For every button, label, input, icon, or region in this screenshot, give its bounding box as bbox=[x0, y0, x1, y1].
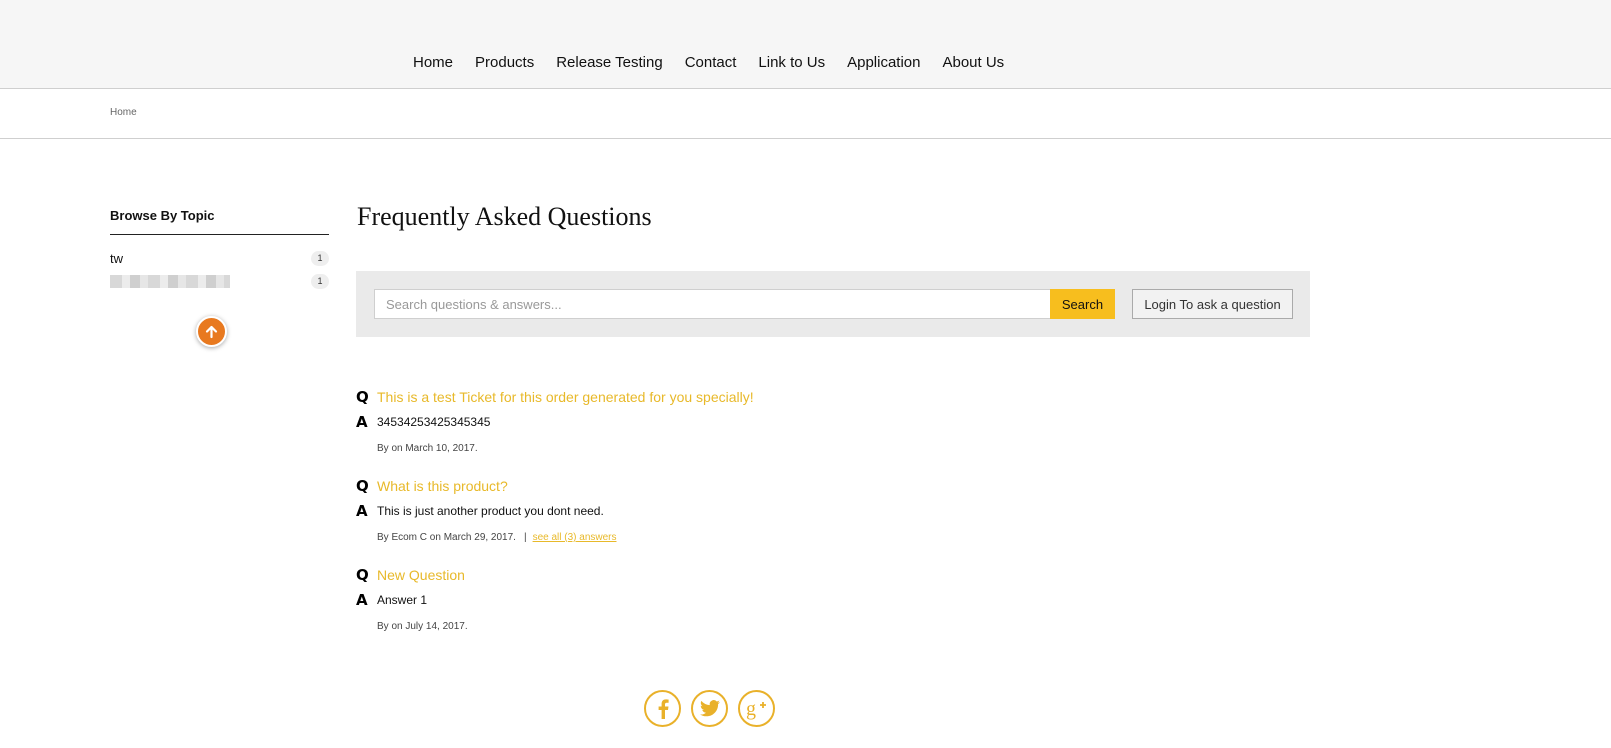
topic-name-blurred[interactable] bbox=[110, 275, 230, 288]
nav-contact[interactable]: Contact bbox=[674, 52, 748, 74]
answer-meta: By on March 10, 2017. bbox=[356, 435, 956, 463]
meta-separator: | bbox=[523, 532, 527, 543]
scroll-to-top-button[interactable] bbox=[196, 316, 227, 347]
question-row: Q What is this product? bbox=[356, 474, 956, 498]
faq-item: Q This is a test Ticket for this order g… bbox=[356, 385, 956, 463]
nav-application[interactable]: Application bbox=[836, 52, 931, 74]
nav-home[interactable]: Home bbox=[413, 52, 464, 74]
top-header: Home Products Release Testing Contact Li… bbox=[0, 0, 1611, 89]
answer-text: Answer 1 bbox=[377, 593, 428, 607]
nav-link-to-us[interactable]: Link to Us bbox=[747, 52, 836, 74]
facebook-icon[interactable] bbox=[644, 690, 681, 727]
nav-about-us[interactable]: About Us bbox=[931, 52, 1015, 74]
topic-list: tw 1 1 bbox=[110, 247, 329, 293]
topic-count-badge: 1 bbox=[311, 251, 329, 266]
search-input[interactable] bbox=[374, 289, 1051, 319]
login-to-ask-button[interactable]: Login To ask a question bbox=[1132, 289, 1293, 319]
breadcrumb-bar: Home bbox=[0, 89, 1611, 139]
search-button[interactable]: Search bbox=[1050, 289, 1115, 319]
main-nav: Home Products Release Testing Contact Li… bbox=[413, 52, 1015, 74]
breadcrumb-home[interactable]: Home bbox=[110, 107, 137, 118]
question-row: Q This is a test Ticket for this order g… bbox=[356, 385, 956, 409]
answer-mark-label: A bbox=[356, 502, 368, 520]
answer-text: 34534253425345345 bbox=[377, 415, 491, 429]
meta-text: By on March 10, 2017. bbox=[377, 443, 478, 454]
question-link[interactable]: What is this product? bbox=[377, 478, 508, 494]
question-mark-label: Q bbox=[356, 566, 369, 584]
nav-release-testing[interactable]: Release Testing bbox=[545, 52, 673, 74]
topic-name[interactable]: tw bbox=[110, 251, 123, 266]
twitter-icon[interactable] bbox=[691, 690, 728, 727]
question-mark-label: Q bbox=[356, 388, 369, 406]
question-link[interactable]: New Question bbox=[377, 567, 465, 583]
topic-count-badge: 1 bbox=[311, 274, 329, 289]
topic-item[interactable]: 1 bbox=[110, 270, 329, 293]
faq-item: Q New Question A Answer 1 By on July 14,… bbox=[356, 563, 956, 641]
faq-item: Q What is this product? A This is just a… bbox=[356, 474, 956, 552]
page-title: Frequently Asked Questions bbox=[357, 202, 652, 231]
question-link[interactable]: This is a test Ticket for this order gen… bbox=[377, 389, 754, 405]
answer-row: A 34534253425345345 bbox=[356, 409, 956, 435]
topic-item[interactable]: tw 1 bbox=[110, 247, 329, 270]
meta-text: By Ecom C on March 29, 2017. bbox=[377, 532, 516, 543]
faq-search-panel: Search Login To ask a question bbox=[356, 271, 1310, 337]
google-plus-icon[interactable]: g bbox=[738, 690, 775, 727]
answer-row: A Answer 1 bbox=[356, 587, 956, 613]
arrow-up-icon bbox=[205, 325, 218, 339]
question-row: Q New Question bbox=[356, 563, 956, 587]
topic-sidebar: Browse By Topic tw 1 1 bbox=[110, 208, 329, 293]
answer-row: A This is just another product you dont … bbox=[356, 498, 956, 524]
meta-text: By on July 14, 2017. bbox=[377, 621, 468, 632]
social-links: g bbox=[644, 690, 775, 727]
answer-meta: By Ecom C on March 29, 2017. | see all (3)… bbox=[356, 524, 956, 552]
nav-products[interactable]: Products bbox=[464, 52, 545, 74]
faq-list: Q This is a test Ticket for this order g… bbox=[356, 385, 956, 652]
answer-mark-label: A bbox=[356, 413, 368, 431]
answer-mark-label: A bbox=[356, 591, 368, 609]
answer-meta: By on July 14, 2017. bbox=[356, 613, 956, 641]
answer-text: This is just another product you dont ne… bbox=[377, 504, 604, 518]
sidebar-title: Browse By Topic bbox=[110, 208, 329, 235]
question-mark-label: Q bbox=[356, 477, 369, 495]
see-all-answers-link[interactable]: see all (3) answers bbox=[533, 532, 617, 543]
svg-text:g: g bbox=[746, 698, 756, 720]
